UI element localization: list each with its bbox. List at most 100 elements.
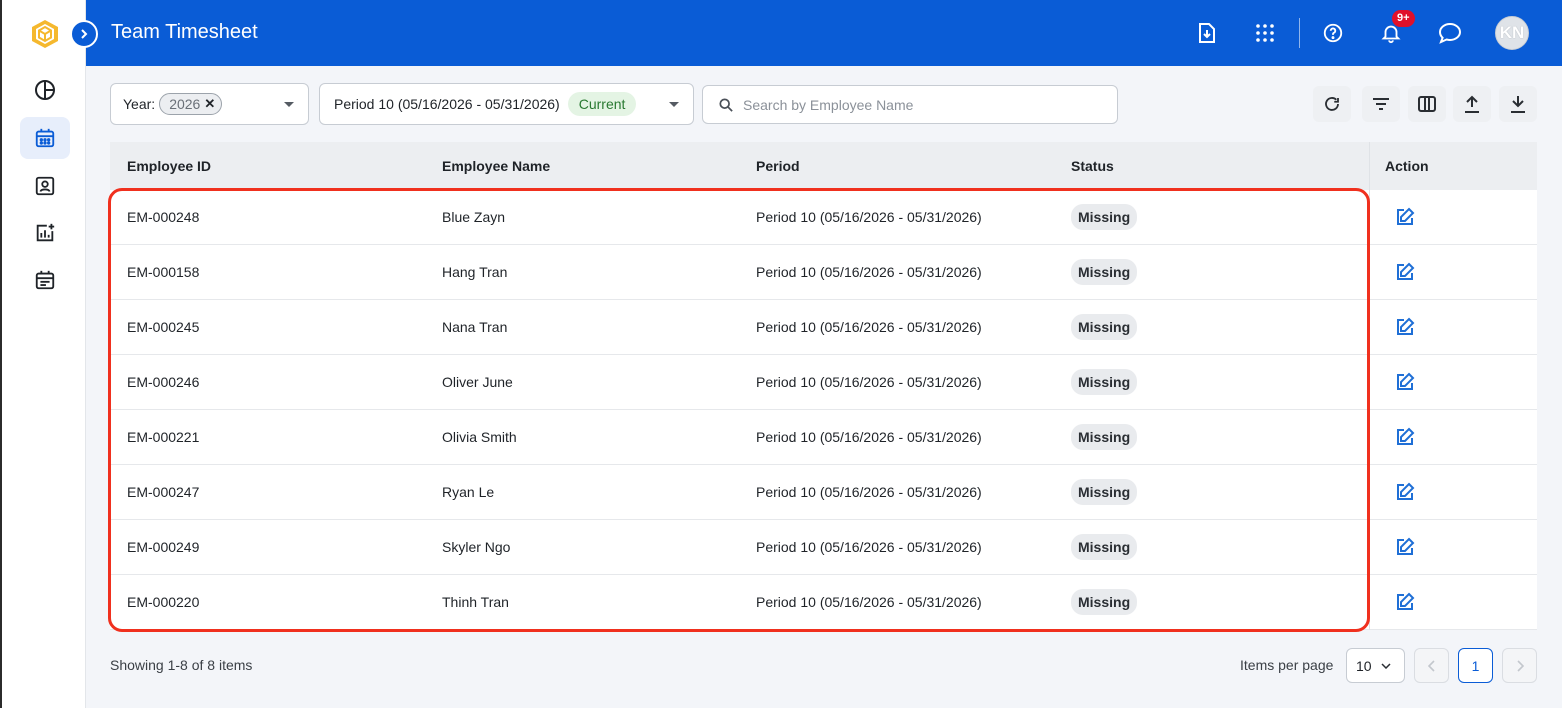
avatar-initials: KN — [1499, 23, 1525, 42]
header-divider — [1299, 18, 1300, 48]
period-cell: Period 10 (05/16/2026 - 05/31/2026) — [756, 429, 982, 445]
sidebar-item-dashboard[interactable] — [20, 69, 70, 111]
sidebar-item-schedule[interactable] — [20, 259, 70, 301]
year-chip: 2026 ✕ — [159, 93, 223, 115]
column-header-action: Action — [1385, 158, 1429, 174]
employee-name-cell: Nana Tran — [442, 319, 508, 335]
chat-icon — [1438, 22, 1462, 44]
period-cell: Period 10 (05/16/2026 - 05/31/2026) — [756, 484, 982, 500]
status-badge: Missing — [1071, 204, 1138, 230]
status-badge: Missing — [1071, 369, 1138, 395]
period-filter-select[interactable]: Period 10 (05/16/2026 - 05/31/2026) Curr… — [319, 83, 694, 125]
status-badge: Missing — [1071, 479, 1138, 505]
edit-icon[interactable] — [1395, 482, 1415, 502]
period-filter-value: Period 10 (05/16/2026 - 05/31/2026) — [334, 96, 560, 112]
edit-icon[interactable] — [1395, 207, 1415, 227]
year-filter-select[interactable]: Year: 2026 ✕ — [110, 83, 309, 125]
sidebar-item-employees[interactable] — [20, 165, 70, 207]
table-row[interactable]: EM-000245 Nana Tran Period 10 (05/16/202… — [110, 300, 1537, 355]
apps-grid-button[interactable] — [1252, 20, 1278, 46]
edit-icon[interactable] — [1395, 317, 1415, 337]
status-badge: Missing — [1071, 259, 1138, 285]
user-avatar[interactable]: KN — [1495, 16, 1529, 50]
top-header: Team Timesheet 9+ KN — [86, 0, 1562, 66]
download-file-button[interactable] — [1194, 20, 1220, 46]
items-per-page-value: 10 — [1356, 657, 1372, 674]
remove-year-icon[interactable]: ✕ — [204, 96, 215, 112]
employee-name-cell: Skyler Ngo — [442, 539, 511, 555]
edit-icon[interactable] — [1395, 372, 1415, 392]
previous-page-button[interactable] — [1414, 648, 1449, 683]
columns-icon — [1418, 96, 1436, 112]
timesheet-table: Employee ID Employee Name Period Status … — [110, 142, 1537, 630]
edit-icon[interactable] — [1395, 262, 1415, 282]
table-header: Employee ID Employee Name Period Status … — [110, 142, 1537, 190]
edit-icon[interactable] — [1395, 592, 1415, 612]
sidebar-item-timesheet[interactable] — [20, 117, 70, 159]
chevron-left-icon — [1427, 659, 1435, 672]
column-header-period[interactable]: Period — [756, 158, 800, 174]
help-button[interactable] — [1320, 20, 1346, 46]
employee-name-cell: Hang Tran — [442, 264, 508, 280]
column-header-employee-name[interactable]: Employee Name — [442, 158, 550, 174]
year-filter-label: Year: — [123, 96, 156, 112]
notification-badge: 9+ — [1392, 10, 1415, 27]
edit-icon[interactable] — [1395, 537, 1415, 557]
contact-card-icon — [35, 176, 55, 196]
column-header-employee-id[interactable]: Employee ID — [127, 158, 211, 174]
employee-name-cell: Olivia Smith — [442, 429, 517, 445]
table-row[interactable]: EM-000221 Olivia Smith Period 10 (05/16/… — [110, 410, 1537, 465]
status-badge: Missing — [1071, 424, 1138, 450]
refresh-icon — [1325, 97, 1339, 111]
table-row[interactable]: EM-000220 Thinh Tran Period 10 (05/16/20… — [110, 575, 1537, 630]
filter-icon — [1373, 98, 1389, 110]
items-per-page-select[interactable]: 10 — [1346, 648, 1405, 683]
table-row[interactable]: EM-000248 Blue Zayn Period 10 (05/16/202… — [110, 190, 1537, 245]
employee-id-cell: EM-000220 — [127, 594, 200, 610]
search-box[interactable] — [702, 85, 1118, 124]
upload-button[interactable] — [1453, 86, 1491, 122]
chevron-right-icon — [1516, 659, 1524, 672]
table-row[interactable]: EM-000246 Oliver June Period 10 (05/16/2… — [110, 355, 1537, 410]
action-column-divider — [1369, 142, 1370, 630]
table-row[interactable]: EM-000249 Skyler Ngo Period 10 (05/16/20… — [110, 520, 1537, 575]
items-per-page-label: Items per page — [1240, 657, 1334, 673]
current-period-tag: Current — [567, 92, 637, 116]
filter-button[interactable] — [1362, 86, 1400, 122]
help-icon — [1323, 23, 1343, 43]
employee-name-cell: Ryan Le — [442, 484, 495, 500]
showing-items-text: Showing 1-8 of 8 items — [110, 657, 253, 673]
sidebar-item-reports[interactable] — [20, 212, 70, 254]
download-icon — [1511, 96, 1525, 113]
columns-button[interactable] — [1408, 86, 1446, 122]
edit-icon[interactable] — [1395, 427, 1415, 447]
period-cell: Period 10 (05/16/2026 - 05/31/2026) — [756, 209, 982, 225]
sidebar-expand-button[interactable] — [70, 20, 98, 48]
employee-name-cell: Oliver June — [442, 374, 513, 390]
download-button[interactable] — [1499, 86, 1537, 122]
chat-button[interactable] — [1437, 20, 1463, 46]
status-badge: Missing — [1071, 314, 1138, 340]
table-row[interactable]: EM-000247 Ryan Le Period 10 (05/16/2026 … — [110, 465, 1537, 520]
period-cell: Period 10 (05/16/2026 - 05/31/2026) — [756, 374, 982, 390]
calendar-icon — [35, 128, 55, 148]
period-cell: Period 10 (05/16/2026 - 05/31/2026) — [756, 264, 982, 280]
period-cell: Period 10 (05/16/2026 - 05/31/2026) — [756, 539, 982, 555]
column-header-status[interactable]: Status — [1071, 158, 1114, 174]
upload-icon — [1465, 95, 1479, 113]
employee-id-cell: EM-000158 — [127, 264, 200, 280]
employee-name-cell: Blue Zayn — [442, 209, 506, 225]
employee-name-cell: Thinh Tran — [442, 594, 509, 610]
employee-id-cell: EM-000249 — [127, 539, 200, 555]
app-logo-icon[interactable] — [29, 18, 61, 50]
table-row[interactable]: EM-000158 Hang Tran Period 10 (05/16/202… — [110, 245, 1537, 300]
employee-id-cell: EM-000248 — [127, 209, 200, 225]
page-1-button[interactable]: 1 — [1458, 648, 1493, 683]
employee-id-cell: EM-000245 — [127, 319, 200, 335]
chevron-right-icon — [81, 29, 88, 39]
refresh-button[interactable] — [1313, 86, 1351, 122]
search-input[interactable] — [743, 96, 1103, 113]
caret-down-icon — [669, 102, 679, 107]
chevron-down-icon — [1381, 662, 1391, 669]
next-page-button[interactable] — [1502, 648, 1537, 683]
